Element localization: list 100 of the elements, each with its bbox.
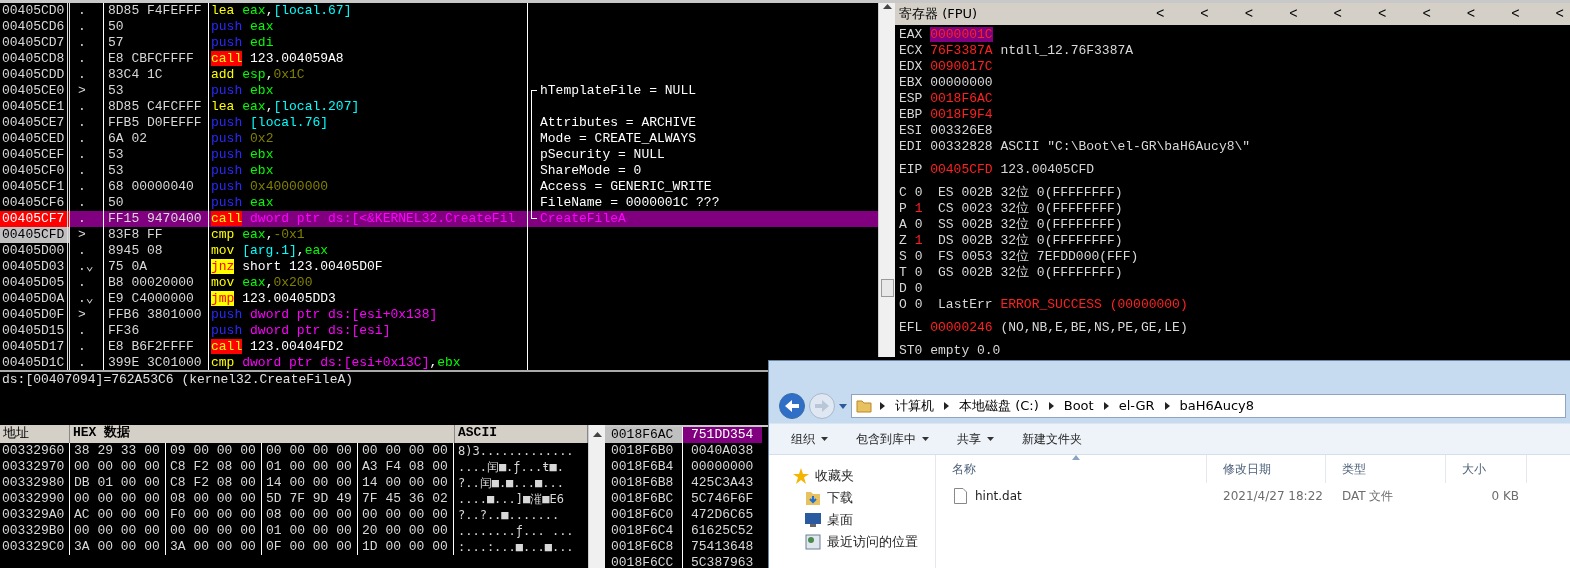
file-type: DAT 文件 bbox=[1342, 489, 1394, 503]
scroll-thumb[interactable] bbox=[880, 279, 894, 297]
selected-row-highlight[interactable]: 00405CF7 . FF15 9470400 call dword ptr ds:[<&KERNEL32.CreateFil CreateFileA bbox=[0, 211, 878, 227]
column-header[interactable]: 修改日期 bbox=[1207, 455, 1326, 483]
register-value[interactable]: 00000000 bbox=[930, 75, 993, 90]
operand: eax bbox=[304, 243, 329, 258]
register-value[interactable]: 00000246 bbox=[930, 320, 993, 335]
sidebar-item[interactable]: 最近访问的位置 bbox=[793, 531, 918, 553]
comment: pSecurity = NULL bbox=[540, 147, 665, 162]
register-value[interactable]: 76F3387A bbox=[930, 43, 993, 58]
segment-info: CS 0023 32位 0(FFFFFFFF) bbox=[938, 201, 1123, 216]
mnemonic: call bbox=[211, 51, 243, 66]
jump-marker: . bbox=[78, 35, 86, 50]
register-name: EAX bbox=[899, 27, 923, 42]
scrollbar[interactable] bbox=[588, 425, 605, 568]
operand: eax bbox=[242, 227, 266, 242]
column-header[interactable]: 类型 bbox=[1326, 455, 1446, 483]
flag-bit[interactable]: 1 bbox=[914, 201, 923, 216]
register-value[interactable]: 00332828 bbox=[930, 139, 993, 154]
operand: 123.004059A8 bbox=[250, 51, 344, 66]
mnemonic: jnz bbox=[211, 259, 235, 274]
sidebar-item[interactable]: 收藏夹 bbox=[793, 465, 854, 487]
column-header[interactable]: HEX 数据 bbox=[70, 425, 455, 443]
chevron-icon[interactable] bbox=[944, 402, 949, 410]
chevron-icon[interactable] bbox=[880, 402, 885, 410]
column-header[interactable]: 地址 bbox=[0, 425, 70, 443]
chevron-icon[interactable] bbox=[1048, 402, 1054, 410]
mnemonic: add bbox=[211, 67, 235, 82]
hex-bytes: FF15 9470400 bbox=[108, 211, 202, 226]
hex-bytes: 3A 00 00 00 bbox=[166, 539, 262, 555]
hex-bytes: 0F 00 00 00 bbox=[262, 539, 358, 555]
flag-bit[interactable]: 0 bbox=[914, 281, 923, 296]
address-cell: 00405D1C bbox=[0, 355, 70, 370]
hex-bytes: 00 00 00 00 bbox=[358, 443, 454, 459]
breadcrumb-item[interactable]: baH6Aucy8 bbox=[1177, 396, 1257, 416]
chevron-icon[interactable] bbox=[1164, 402, 1170, 410]
breadcrumb-item[interactable]: 本地磁盘 (C:) bbox=[957, 396, 1041, 416]
history-dropdown-icon[interactable] bbox=[839, 403, 847, 409]
sidebar-item[interactable]: 下载 bbox=[793, 487, 853, 509]
stack-address: 0018F6B0 bbox=[610, 443, 675, 459]
hex-bytes: E9 C4000000 bbox=[108, 291, 194, 306]
scroll-up-icon[interactable] bbox=[592, 431, 602, 437]
flag-bit[interactable]: 0 bbox=[914, 185, 923, 200]
hex-bytes: 5D 7F 9D 49 bbox=[262, 491, 358, 507]
address-cell: 00405CD8 bbox=[0, 51, 70, 67]
address-cell: 00332970 bbox=[0, 459, 70, 475]
register-value[interactable]: 0018F9F4 bbox=[930, 107, 993, 122]
caret-icon bbox=[821, 437, 828, 441]
address-cell: 00405CF1 bbox=[0, 179, 70, 195]
toolbar-button[interactable]: 共享 bbox=[947, 428, 1004, 450]
hex-bytes: 53 bbox=[108, 163, 124, 178]
flag-name: Z bbox=[899, 233, 907, 248]
register-value[interactable]: 00405CFD bbox=[930, 162, 993, 177]
register-value[interactable]: 0090017C bbox=[930, 59, 993, 74]
stack-address: 0018F6CC bbox=[610, 555, 675, 568]
flag-bit[interactable]: 1 bbox=[914, 233, 923, 248]
jump-marker: . bbox=[78, 179, 86, 194]
flag-bit[interactable]: 0 bbox=[914, 217, 923, 232]
chevron-icon[interactable] bbox=[1103, 402, 1109, 410]
scroll-up-icon[interactable] bbox=[882, 3, 892, 9]
hex-bytes: 38 29 33 00 bbox=[70, 443, 166, 459]
file-name[interactable]: hint.dat bbox=[975, 487, 1022, 505]
breadcrumb-item[interactable]: 计算机 bbox=[893, 396, 936, 416]
comment: Mode = CREATE_ALWAYS bbox=[540, 131, 697, 146]
toolbar-button[interactable]: 组织 bbox=[781, 428, 838, 450]
jump-marker: . bbox=[78, 339, 86, 354]
breadcrumb-item[interactable]: el-GR bbox=[1116, 396, 1157, 416]
flag-bit[interactable]: 0 bbox=[914, 297, 923, 312]
operand: eax bbox=[242, 275, 266, 290]
operand: dword ptr ds:[esi] bbox=[250, 323, 391, 338]
mnemonic: cmp bbox=[211, 227, 235, 242]
star-icon bbox=[793, 468, 809, 484]
operand: edi bbox=[250, 35, 274, 50]
ascii-text: ?..?..■....... bbox=[457, 507, 561, 523]
mnemonic: push bbox=[211, 323, 243, 338]
column-header[interactable]: 名称 bbox=[936, 455, 1207, 483]
flag-bit[interactable]: 0 bbox=[914, 249, 923, 264]
scrollbar[interactable] bbox=[878, 3, 895, 357]
register-note: ntdll_12.76F3387A bbox=[1000, 43, 1134, 58]
stack-address: 0018F6AC bbox=[605, 427, 682, 443]
operand: esp bbox=[242, 67, 266, 82]
register-name: EDX bbox=[899, 59, 923, 74]
jump-marker: .⌄ bbox=[78, 259, 94, 274]
hex-bytes: 83C4 1C bbox=[108, 67, 163, 82]
column-header[interactable]: 大小 bbox=[1446, 455, 1527, 483]
operand: eax bbox=[250, 195, 274, 210]
toolbar-button[interactable]: 新建文件夹 bbox=[1012, 428, 1092, 450]
flag-bit[interactable]: 0 bbox=[914, 265, 923, 280]
segment-info: GS 002B 32位 0(FFFFFFFF) bbox=[938, 265, 1123, 280]
sidebar-item[interactable]: 桌面 bbox=[793, 509, 853, 531]
breadcrumb-item[interactable]: Boot bbox=[1061, 396, 1096, 416]
register-value[interactable]: 0018F6AC bbox=[930, 91, 993, 106]
back-button[interactable] bbox=[779, 393, 805, 419]
caret-icon bbox=[987, 437, 994, 441]
address-cell: 00405D0A bbox=[0, 291, 70, 307]
toolbar-button[interactable]: 包含到库中 bbox=[846, 428, 939, 450]
fpu-register: ST0 empty 0.0 bbox=[899, 343, 1002, 359]
jump-marker: . bbox=[78, 355, 86, 370]
register-value[interactable]: 003326E8 bbox=[930, 123, 993, 138]
address-cell: 00405CEF bbox=[0, 147, 70, 163]
